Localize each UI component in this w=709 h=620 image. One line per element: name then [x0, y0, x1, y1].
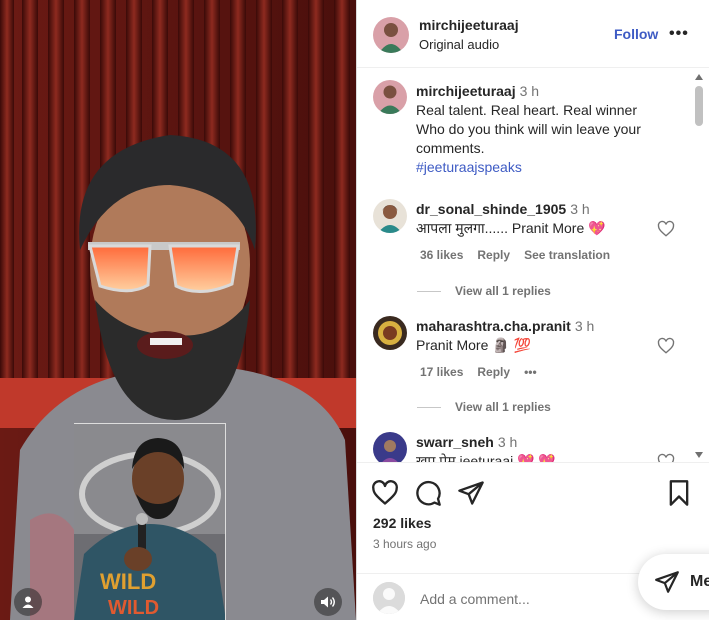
commenter-avatar[interactable]: [373, 316, 407, 350]
post-details-panel: mirchijeeturaaj Original audio Follow ••…: [356, 0, 709, 620]
comment-like-heart-icon[interactable]: [657, 453, 675, 463]
comment-text: खुप प्रेम jeeturaaj 💖 💖: [416, 453, 556, 463]
caption-line-1: Real talent. Real heart. Real winner: [416, 102, 638, 118]
scrollbar-down-arrow[interactable]: [695, 452, 703, 458]
add-comment-input[interactable]: Add a comment...: [420, 591, 530, 607]
caption-header: mirchijeeturaaj 3 h: [416, 82, 539, 101]
picture-in-picture-video[interactable]: WILD WILD: [74, 423, 226, 620]
pip-frame: WILD WILD: [74, 424, 225, 620]
commenter-avatar[interactable]: [373, 199, 407, 233]
comment-time: 3 h: [497, 434, 518, 450]
caption-author-avatar[interactable]: [373, 80, 407, 114]
author-avatar[interactable]: [373, 17, 409, 53]
commenter-avatar[interactable]: [373, 432, 407, 462]
default-avatar-icon: [373, 582, 405, 614]
comment-like-heart-icon[interactable]: [657, 337, 675, 355]
comment-text: Pranit More 🗿 💯: [416, 337, 532, 353]
comment-time: 3 h: [574, 318, 595, 334]
replies-divider: [417, 290, 441, 292]
comments-list[interactable]: mirchijeeturaaj 3 h Real talent. Real hea…: [357, 68, 709, 463]
reel-video[interactable]: WILD WILD: [0, 0, 356, 620]
svg-text:WILD: WILD: [108, 597, 159, 619]
reply-button[interactable]: Reply: [477, 365, 510, 379]
comment-likes[interactable]: 17 likes: [420, 365, 463, 379]
comment-header: maharashtra.cha.pranit 3 h: [416, 317, 594, 336]
caption-hashtag[interactable]: #jeeturaajspeaks: [416, 158, 522, 177]
likes-count[interactable]: 292 likes: [373, 515, 431, 531]
view-replies-button[interactable]: View all 1 replies: [417, 400, 551, 414]
messages-label: Me: [690, 573, 709, 590]
view-replies-label: View all 1 replies: [455, 400, 551, 414]
scrollbar-thumb[interactable]: [695, 86, 703, 126]
caption-line-3: comments.: [416, 140, 485, 156]
follow-button[interactable]: Follow: [614, 26, 658, 42]
comment-meta: 36 likes Reply See translation: [420, 248, 610, 262]
original-audio-link[interactable]: Original audio: [419, 37, 499, 52]
current-user-avatar: [373, 582, 405, 614]
tagged-users-button[interactable]: [14, 588, 42, 616]
replies-divider: [417, 406, 441, 408]
view-replies-label: View all 1 replies: [455, 284, 551, 298]
comment-username[interactable]: dr_sonal_shinde_1905: [416, 201, 566, 217]
comment-more-button[interactable]: •••: [524, 365, 537, 379]
more-options-button[interactable]: •••: [669, 25, 689, 43]
reply-button[interactable]: Reply: [477, 248, 510, 262]
comment-text: आपला मुलगा...... Pranit More 💖: [416, 220, 606, 236]
paper-plane-icon: [655, 571, 679, 593]
commenter-avatar-image: [373, 432, 407, 462]
svg-text:WILD: WILD: [100, 569, 156, 594]
comment-header: dr_sonal_shinde_1905 3 h: [416, 200, 590, 219]
caption-line-2: Who do you think will win leave your: [416, 121, 641, 137]
comment-icon[interactable]: [414, 479, 442, 507]
comment-meta: 17 likes Reply •••: [420, 365, 537, 379]
comment-likes[interactable]: 36 likes: [420, 248, 463, 262]
caption-time: 3 h: [519, 83, 540, 99]
bookmark-icon[interactable]: [665, 479, 693, 507]
user-tag-icon: [22, 596, 34, 608]
comment-like-heart-icon[interactable]: [657, 220, 675, 238]
messages-button[interactable]: Me: [638, 554, 709, 610]
caption-username[interactable]: mirchijeeturaaj: [416, 83, 516, 99]
paper-plane-icon[interactable]: [457, 479, 485, 507]
commenter-avatar-image: [373, 316, 407, 350]
commenter-avatar-image: [373, 199, 407, 233]
mute-button[interactable]: [314, 588, 342, 616]
see-translation-button[interactable]: See translation: [524, 248, 610, 262]
post-header: mirchijeeturaaj Original audio Follow ••…: [357, 0, 709, 68]
comment-header: swarr_sneh 3 h: [416, 433, 517, 452]
comment-time: 3 h: [570, 201, 590, 217]
author-avatar-image: [373, 17, 409, 53]
heart-icon[interactable]: [371, 479, 399, 507]
speaker-icon: [321, 596, 335, 608]
view-replies-button[interactable]: View all 1 replies: [417, 284, 551, 298]
scrollbar-up-arrow[interactable]: [695, 74, 703, 80]
caption-avatar-image: [373, 80, 407, 114]
comment-username[interactable]: maharashtra.cha.pranit: [416, 318, 571, 334]
post-timestamp: 3 hours ago: [373, 537, 437, 551]
author-username[interactable]: mirchijeeturaaj: [419, 17, 519, 33]
comment-username[interactable]: swarr_sneh: [416, 434, 494, 450]
